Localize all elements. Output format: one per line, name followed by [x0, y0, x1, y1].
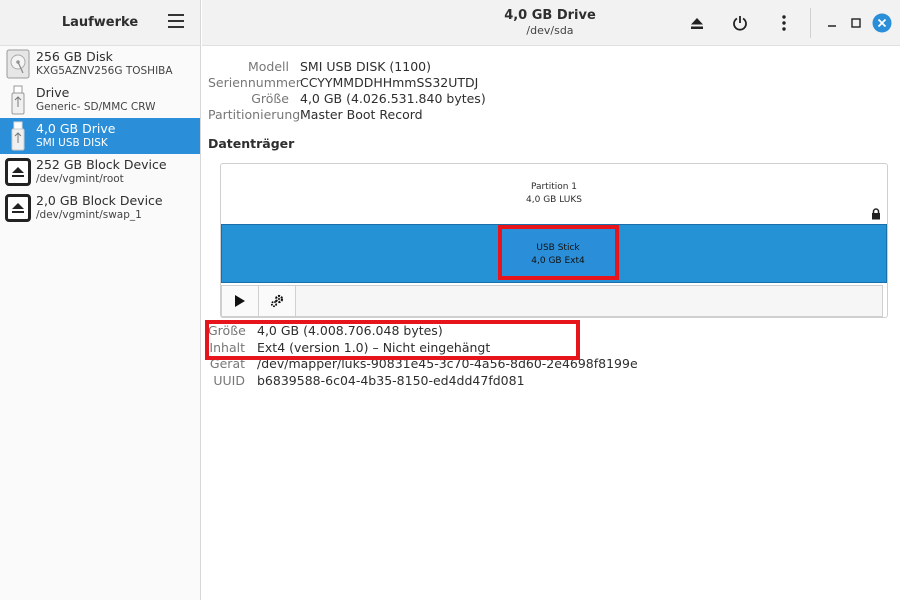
detail-row-content: Inhalt Ext4 (version 1.0) – Nicht eingeh… [208, 340, 638, 357]
volume-map: Partition 1 4,0 GB LUKS USB Stick 4,0 GB… [220, 163, 888, 318]
volume-details: Größe 4,0 GB (4.008.706.048 bytes) Inhal… [208, 323, 638, 389]
prop-value: Master Boot Record [300, 107, 423, 122]
drive-item-4gb-drive[interactable]: 4,0 GB Drive SMI USB DISK [0, 118, 200, 154]
sidebar-header: Laufwerke [0, 0, 200, 46]
prop-row-partitioning: Partitionierung Master Boot Record [208, 107, 486, 123]
detail-row-uuid: UUID b6839588-6c04-4b35-8150-ed4dd47fd08… [208, 373, 638, 390]
drive-list: 256 GB Disk KXG5AZNV256G TOSHIBA Drive G… [0, 46, 200, 226]
prop-row-model: Modell SMI USB DISK (1100) [208, 59, 486, 75]
drive-model: Generic- SD/MMC CRW [36, 101, 156, 113]
maximize-icon [851, 18, 861, 28]
close-button[interactable] [871, 12, 893, 34]
more-options-button[interactable] [773, 12, 795, 34]
drive-model: /dev/vgmint/root [36, 173, 124, 185]
settings-button[interactable] [259, 286, 296, 316]
prop-label: Größe [251, 91, 289, 106]
detail-value: /dev/mapper/luks-90831e45-3c70-4a56-8d60… [257, 356, 638, 371]
detail-label: Inhalt [209, 339, 245, 355]
drive-item-sd-reader[interactable]: Drive Generic- SD/MMC CRW [0, 82, 200, 118]
drive-name: 252 GB Block Device [36, 157, 167, 172]
selected-volume [500, 226, 616, 281]
volume-size: 4,0 GB Ext4 [531, 256, 585, 266]
gears-icon [270, 294, 284, 308]
header-separator [810, 8, 811, 38]
volume-toolbar [221, 285, 883, 317]
power-icon [733, 16, 747, 31]
close-icon [872, 13, 892, 33]
lock-icon [872, 208, 880, 220]
drive-item-252gb-block-device[interactable]: 252 GB Block Device /dev/vgmint/root [0, 154, 200, 190]
prop-label: Modell [247, 59, 289, 74]
detail-label: UUID [213, 372, 245, 388]
detail-label: Größe [208, 323, 246, 338]
power-off-button[interactable] [729, 12, 751, 34]
drive-model: KXG5AZNV256G TOSHIBA [36, 65, 173, 77]
hamburger-menu-icon[interactable] [168, 14, 184, 30]
maximize-button[interactable] [845, 12, 867, 34]
prop-value: CCYYMMDDHHmmSS32UTDJ [300, 75, 479, 90]
partition-name: Partition 1 [530, 182, 578, 192]
detail-value: b6839588-6c04-4b35-8150-ed4dd47fd081 [257, 372, 525, 388]
volumes-heading: Datenträger [208, 136, 295, 151]
prop-value: 4,0 GB (4.026.531.840 bytes) [300, 91, 486, 106]
kebab-menu-icon [782, 15, 786, 31]
detail-label: Gerät [209, 356, 245, 371]
drive-name: 256 GB Disk [36, 49, 113, 64]
eject-button[interactable] [686, 12, 708, 34]
minimize-button[interactable] [821, 12, 843, 34]
eject-icon [5, 194, 31, 222]
sidebar-title: Laufwerke [61, 15, 139, 30]
partition-size: 4,0 GB LUKS [526, 195, 582, 205]
detail-row-size: Größe 4,0 GB (4.008.706.048 bytes) [208, 323, 638, 340]
usb-stick-icon [4, 120, 32, 152]
usb-stick-icon [4, 84, 32, 116]
volume-name: USB Stick [536, 243, 580, 253]
eject-icon [691, 17, 703, 29]
drive-model: /dev/vgmint/swap_1 [36, 209, 142, 221]
prop-label: Partitionierung [208, 107, 301, 122]
drive-model: SMI USB DISK [36, 137, 108, 149]
partition-ext4[interactable]: USB Stick 4,0 GB Ext4 [221, 224, 887, 283]
mount-button[interactable] [222, 286, 259, 316]
header-bar: 4,0 GB Drive /dev/sda [202, 0, 900, 46]
hard-disk-icon [4, 48, 32, 80]
detail-row-device: Gerät /dev/mapper/luks-90831e45-3c70-4a5… [208, 356, 638, 373]
prop-label: Seriennummer [208, 75, 301, 90]
eject-icon [5, 158, 31, 186]
drive-name: 2,0 GB Block Device [36, 193, 163, 208]
drive-item-2gb-block-device[interactable]: 2,0 GB Block Device /dev/vgmint/swap_1 [0, 190, 200, 226]
prop-row-size: Größe 4,0 GB (4.026.531.840 bytes) [208, 91, 486, 107]
sidebar: Laufwerke 256 GB Disk KXG5AZNV256G TOSHI… [0, 0, 201, 600]
drive-name: Drive [36, 85, 70, 100]
prop-row-serial: Seriennummer CCYYMMDDHHmmSS32UTDJ [208, 75, 486, 91]
minimize-icon [828, 25, 836, 27]
drive-properties: Modell SMI USB DISK (1100) Seriennummer … [208, 59, 486, 123]
detail-value: Ext4 (version 1.0) – Nicht eingehängt [257, 339, 491, 355]
detail-value: 4,0 GB (4.008.706.048 bytes) [257, 323, 443, 338]
prop-value: SMI USB DISK (1100) [300, 59, 431, 74]
play-icon [235, 295, 245, 307]
drive-name: 4,0 GB Drive [36, 121, 116, 136]
partition-luks[interactable]: Partition 1 4,0 GB LUKS [221, 164, 887, 223]
drive-item-256gb-disk[interactable]: 256 GB Disk KXG5AZNV256G TOSHIBA [0, 46, 200, 82]
